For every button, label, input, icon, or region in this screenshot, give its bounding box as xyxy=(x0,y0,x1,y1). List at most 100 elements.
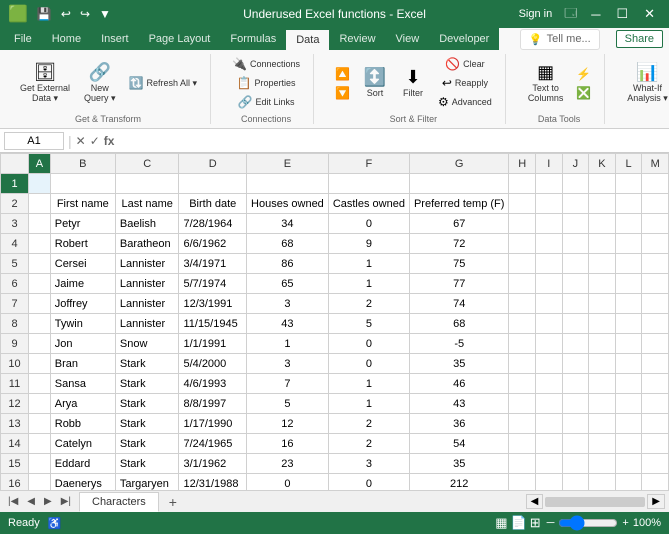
close-button[interactable]: ✕ xyxy=(638,4,661,24)
table-cell[interactable]: 34 xyxy=(247,214,329,234)
table-cell[interactable] xyxy=(562,214,589,234)
table-cell[interactable] xyxy=(615,374,642,394)
tab-file[interactable]: File xyxy=(4,28,42,50)
table-cell[interactable]: 72 xyxy=(409,234,508,254)
table-cell[interactable] xyxy=(536,214,563,234)
table-cell[interactable]: Birth date xyxy=(179,194,247,214)
row-header-7[interactable]: 7 xyxy=(1,294,29,314)
table-cell[interactable] xyxy=(29,174,51,194)
table-cell[interactable] xyxy=(642,234,669,254)
what-if-analysis-button[interactable]: 📊 What-IfAnalysis ▾ xyxy=(621,59,669,108)
table-cell[interactable]: Stark xyxy=(115,394,179,414)
table-cell[interactable]: 54 xyxy=(409,434,508,454)
row-header-9[interactable]: 9 xyxy=(1,334,29,354)
page-break-view-icon[interactable]: ⊞ xyxy=(530,515,541,531)
row-header-10[interactable]: 10 xyxy=(1,354,29,374)
table-cell[interactable] xyxy=(536,334,563,354)
table-cell[interactable] xyxy=(536,474,563,491)
table-cell[interactable] xyxy=(642,214,669,234)
table-cell[interactable] xyxy=(29,434,51,454)
table-cell[interactable] xyxy=(536,434,563,454)
table-cell[interactable] xyxy=(589,274,616,294)
zoom-out-icon[interactable]: ─ xyxy=(547,517,555,529)
refresh-all-button[interactable]: 🔃 Refresh All ▾ xyxy=(124,74,203,92)
table-cell[interactable]: 7 xyxy=(247,374,329,394)
table-cell[interactable] xyxy=(536,174,563,194)
table-cell[interactable]: 16 xyxy=(247,434,329,454)
table-cell[interactable] xyxy=(509,174,536,194)
table-cell[interactable] xyxy=(642,334,669,354)
first-sheet-button[interactable]: |◀ xyxy=(4,494,22,509)
table-cell[interactable] xyxy=(615,434,642,454)
insert-function-icon[interactable]: fx xyxy=(104,134,115,148)
maximize-button[interactable]: ☐ xyxy=(610,4,634,24)
cell-reference-box[interactable] xyxy=(4,132,64,150)
col-header-h[interactable]: H xyxy=(509,154,536,174)
table-cell[interactable]: 12/3/1991 xyxy=(179,294,247,314)
table-cell[interactable] xyxy=(562,254,589,274)
table-cell[interactable]: Cersei xyxy=(50,254,115,274)
table-cell[interactable]: Bran xyxy=(50,354,115,374)
table-cell[interactable]: 12 xyxy=(247,414,329,434)
table-cell[interactable] xyxy=(509,414,536,434)
table-cell[interactable]: Stark xyxy=(115,414,179,434)
table-cell[interactable]: Petyr xyxy=(50,214,115,234)
row-header-16[interactable]: 16 xyxy=(1,474,29,491)
table-cell[interactable] xyxy=(589,234,616,254)
table-cell[interactable] xyxy=(642,194,669,214)
table-cell[interactable] xyxy=(615,334,642,354)
table-cell[interactable] xyxy=(328,174,409,194)
add-sheet-button[interactable]: + xyxy=(161,491,185,513)
table-cell[interactable] xyxy=(536,394,563,414)
table-cell[interactable] xyxy=(509,194,536,214)
table-cell[interactable] xyxy=(642,394,669,414)
table-cell[interactable]: 4/6/1993 xyxy=(179,374,247,394)
clear-button[interactable]: 🚫 Clear xyxy=(433,55,497,73)
table-cell[interactable]: -5 xyxy=(409,334,508,354)
table-cell[interactable] xyxy=(615,174,642,194)
table-cell[interactable] xyxy=(642,174,669,194)
table-cell[interactable]: 46 xyxy=(409,374,508,394)
table-cell[interactable] xyxy=(642,274,669,294)
table-cell[interactable] xyxy=(615,194,642,214)
table-cell[interactable]: 0 xyxy=(328,334,409,354)
new-query-button[interactable]: 🔗 NewQuery ▾ xyxy=(78,59,122,108)
col-header-e[interactable]: E xyxy=(247,154,329,174)
table-cell[interactable]: Targaryen xyxy=(115,474,179,491)
table-cell[interactable]: 5/7/1974 xyxy=(179,274,247,294)
table-cell[interactable]: 7/28/1964 xyxy=(179,214,247,234)
table-cell[interactable]: Robert xyxy=(50,234,115,254)
table-cell[interactable] xyxy=(509,274,536,294)
table-cell[interactable]: Robb xyxy=(50,414,115,434)
col-header-i[interactable]: I xyxy=(536,154,563,174)
table-cell[interactable]: 68 xyxy=(409,314,508,334)
redo-button[interactable]: ↪ xyxy=(77,6,93,22)
table-cell[interactable] xyxy=(29,314,51,334)
share-button[interactable]: Share xyxy=(616,30,663,48)
tab-formulas[interactable]: Formulas xyxy=(220,28,286,50)
row-header-8[interactable]: 8 xyxy=(1,314,29,334)
table-cell[interactable] xyxy=(409,174,508,194)
table-cell[interactable] xyxy=(615,254,642,274)
table-cell[interactable] xyxy=(562,234,589,254)
table-cell[interactable] xyxy=(562,174,589,194)
table-cell[interactable]: 35 xyxy=(409,454,508,474)
table-cell[interactable] xyxy=(536,414,563,434)
flash-fill-button[interactable]: ⚡ xyxy=(571,65,596,83)
sort-za-button[interactable]: 🔽 xyxy=(330,84,355,102)
table-cell[interactable]: Eddard xyxy=(50,454,115,474)
table-cell[interactable]: Stark xyxy=(115,354,179,374)
table-cell[interactable]: 6/6/1962 xyxy=(179,234,247,254)
table-cell[interactable]: Lannister xyxy=(115,254,179,274)
table-cell[interactable] xyxy=(615,394,642,414)
minimize-button[interactable]: ─ xyxy=(585,5,606,24)
table-cell[interactable]: Houses owned xyxy=(247,194,329,214)
row-header-14[interactable]: 14 xyxy=(1,434,29,454)
tab-review[interactable]: Review xyxy=(329,28,385,50)
table-cell[interactable]: 9 xyxy=(328,234,409,254)
table-cell[interactable]: 2 xyxy=(328,434,409,454)
table-cell[interactable] xyxy=(536,194,563,214)
ribbon-toggle-icon[interactable]: 🗔 xyxy=(564,4,577,25)
table-cell[interactable] xyxy=(29,274,51,294)
next-sheet-button[interactable]: ▶ xyxy=(40,494,56,509)
